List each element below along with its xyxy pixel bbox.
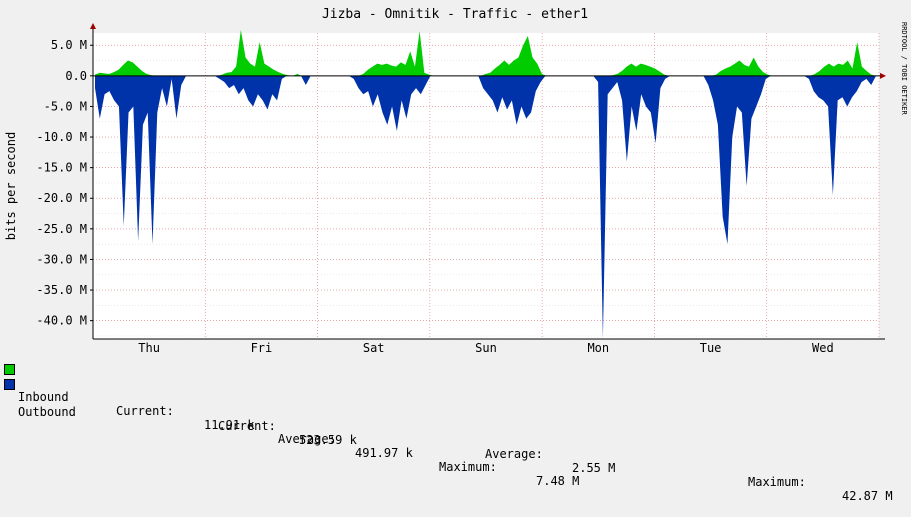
y-tick-label: -20.0 M [36, 191, 87, 205]
outbound-maximum-label: Maximum: [748, 475, 806, 489]
x-tick-label: Fri [251, 341, 273, 355]
y-tick-label: -40.0 M [36, 314, 87, 328]
outbound-maximum-value: 42.87 M [842, 489, 893, 503]
outbound-name: Outbound [18, 405, 76, 419]
traffic-chart: 5.0 M 0.0 -5.0 M -10.0 M -15.0 M -20.0 M -25.0… [0, 0, 911, 360]
x-tick-label: Mon [587, 341, 609, 355]
rrd-graph: 5.0 M 0.0 -5.0 M -10.0 M -15.0 M -20.0 M -25.0… [0, 0, 911, 503]
x-tick-label: Tue [700, 341, 722, 355]
y-axis-label: bits per second [4, 132, 18, 240]
inbound-maximum-value: 7.48 M [536, 474, 580, 488]
inbound-swatch [4, 364, 15, 375]
outbound-swatch [4, 379, 15, 390]
inbound-average-value: 491.97 k [355, 446, 413, 460]
x-tick-label: Sat [363, 341, 385, 355]
x-tick-label: Sun [475, 341, 497, 355]
y-tick-label: -5.0 M [44, 99, 87, 113]
y-tick-label: 0.0 [65, 69, 87, 83]
legend-row-inbound: Inbound Current: 11.91 k Average: 491.97… [4, 362, 579, 488]
outbound-average-value: 2.55 M [572, 461, 616, 475]
y-tick-label: -35.0 M [36, 283, 87, 297]
chart-title: Jizba - Omnitik - Traffic - ether1 [322, 7, 588, 22]
y-tick-label: -10.0 M [36, 130, 87, 144]
x-tick-label: Thu [138, 341, 160, 355]
inbound-current-label: Current: [116, 404, 174, 418]
legend-row-outbound: Outbound Current: 523.59 k Average: 2.55… [4, 377, 893, 503]
inbound-maximum-label: Maximum: [439, 460, 497, 474]
y-tick-label: -30.0 M [36, 252, 87, 266]
legend: Inbound Current: 11.91 k Average: 491.97… [0, 360, 911, 503]
outbound-average-label: Average: [485, 447, 543, 461]
rrdtool-watermark: RRDTOOL / TOBI OETIKER [900, 22, 908, 116]
outbound-current-value: 523.59 k [299, 433, 357, 447]
outbound-current-label: Current: [218, 419, 276, 433]
y-tick-label: -15.0 M [36, 161, 87, 175]
y-tick-label: 5.0 M [51, 38, 87, 52]
x-tick-label: Wed [812, 341, 834, 355]
y-tick-label: -25.0 M [36, 222, 87, 236]
